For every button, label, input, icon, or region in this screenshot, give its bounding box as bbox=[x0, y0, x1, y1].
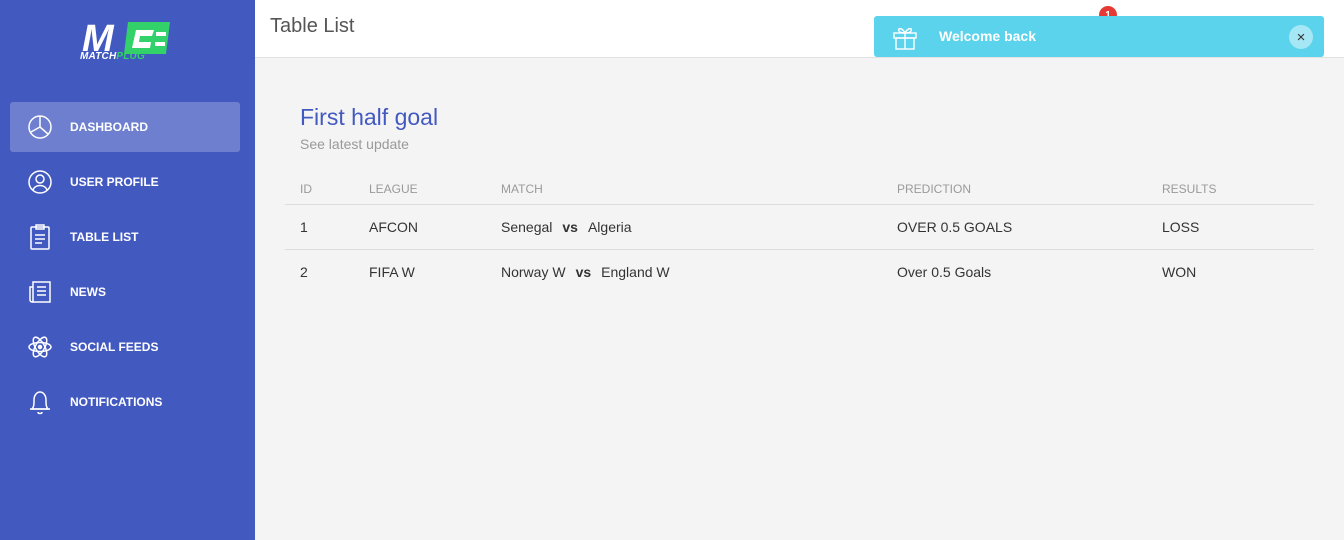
cell-prediction: Over 0.5 Goals bbox=[897, 263, 992, 280]
clipboard-icon bbox=[26, 223, 54, 251]
cell-prediction: OVER 0.5 GOALS bbox=[882, 204, 1147, 250]
column-header-prediction: PREDICTION bbox=[882, 174, 1147, 205]
sidebar-item-social-feeds[interactable]: SOCIAL FEEDS bbox=[10, 322, 240, 372]
vs-label: vs bbox=[562, 218, 578, 235]
sidebar: M MATCHPLUG DASHBOARD USER PROFILE TABLE… bbox=[0, 0, 255, 540]
page-title: Table List bbox=[270, 15, 355, 37]
toast-message: Welcome back bbox=[939, 28, 1037, 44]
newspaper-icon bbox=[26, 278, 54, 306]
atom-icon bbox=[26, 333, 54, 361]
cell-id: 1 bbox=[285, 204, 354, 250]
column-header-id: ID bbox=[285, 174, 354, 205]
column-header-results: RESULTS bbox=[1147, 174, 1314, 205]
home-team: Norway W bbox=[501, 263, 566, 280]
table-row: 2 FIFA W Norway W vs England W Over 0.5 Go… bbox=[285, 249, 1314, 294]
card-subtitle: See latest update bbox=[300, 136, 409, 152]
cell-match: Norway W vs England W bbox=[486, 249, 882, 294]
vs-label: vs bbox=[575, 263, 592, 280]
brand-name: MATCHPLUG bbox=[80, 51, 145, 62]
predictions-table: ID LEAGUE MATCH PREDICTION RESULTS 1 AFC… bbox=[285, 174, 1314, 294]
column-header-league: LEAGUE bbox=[354, 174, 486, 205]
card-title: First half goal bbox=[300, 104, 439, 130]
pie-chart-icon bbox=[26, 113, 54, 141]
sidebar-item-label: SOCIAL FEEDS bbox=[70, 340, 159, 354]
table-row: 1 AFCON Senegal vs Algeria OVER 0.5 GOALS … bbox=[285, 204, 1314, 250]
cell-result: LOSS bbox=[1147, 204, 1314, 250]
column-header-match: MATCH bbox=[486, 174, 882, 205]
sidebar-item-label: USER PROFILE bbox=[70, 175, 159, 189]
sidebar-item-label: DASHBOARD bbox=[70, 120, 148, 134]
gift-icon bbox=[891, 24, 919, 55]
cell-result: WON bbox=[1162, 263, 1197, 280]
sidebar-item-label: NOTIFICATIONS bbox=[70, 395, 163, 409]
sidebar-item-table-list[interactable]: TABLE LIST bbox=[10, 212, 240, 262]
close-toast-button[interactable]: × bbox=[1289, 25, 1313, 49]
cell-id: 2 bbox=[300, 263, 308, 280]
sidebar-item-label: TABLE LIST bbox=[70, 230, 139, 244]
cell-match: Senegal vs Algeria bbox=[486, 204, 882, 250]
home-team: Senegal bbox=[501, 218, 553, 235]
table-header-row: ID LEAGUE MATCH PREDICTION RESULTS bbox=[285, 174, 1314, 205]
sidebar-item-news[interactable]: NEWS bbox=[10, 267, 240, 317]
bell-icon bbox=[26, 388, 54, 416]
cell-league: FIFA W bbox=[369, 263, 415, 280]
sidebar-nav: DASHBOARD USER PROFILE TABLE LIST NEWS S… bbox=[10, 102, 240, 432]
sidebar-item-notifications[interactable]: NOTIFICATIONS bbox=[10, 377, 240, 427]
sidebar-item-dashboard[interactable]: DASHBOARD bbox=[10, 102, 240, 152]
away-team: England W bbox=[601, 263, 670, 280]
sidebar-item-user-profile[interactable]: USER PROFILE bbox=[10, 157, 240, 207]
away-team: Algeria bbox=[587, 218, 632, 235]
cell-league: AFCON bbox=[354, 204, 486, 250]
user-icon bbox=[26, 168, 54, 196]
welcome-toast: Welcome back × bbox=[874, 16, 1324, 57]
sidebar-item-label: NEWS bbox=[70, 285, 106, 299]
